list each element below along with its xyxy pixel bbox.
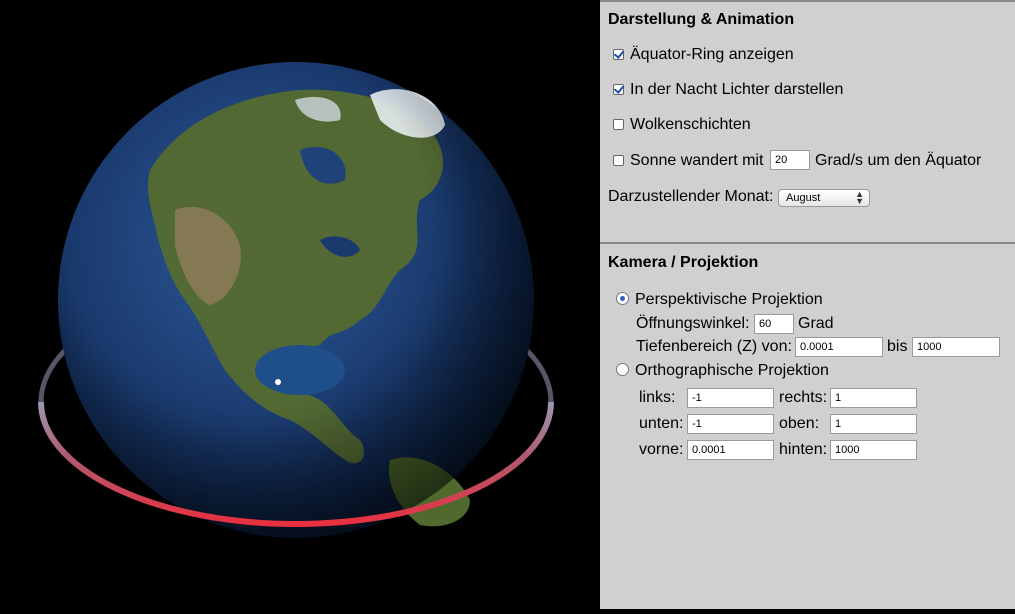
depth-from-input[interactable] (795, 337, 883, 357)
depth-label: Tiefenbereich (Z) von: (636, 338, 792, 355)
near-label: vorne: (639, 441, 684, 458)
equator-ring-option[interactable]: Äquator-Ring anzeigen (613, 46, 794, 64)
fov-unit: Grad (798, 315, 834, 332)
globe-canvas[interactable] (0, 0, 600, 609)
left-label: links: (639, 389, 676, 406)
depth-to-label: bis (887, 338, 908, 355)
perspective-option[interactable]: Perspektivische Projektion (616, 291, 823, 309)
left-input[interactable] (687, 388, 774, 408)
top-input[interactable] (830, 414, 917, 434)
globe-render (38, 62, 554, 538)
top-label: oben: (779, 415, 820, 432)
sun-label-after: Grad/s um den Äquator (815, 152, 982, 169)
far-label: hinten: (779, 441, 828, 458)
bottom-input[interactable] (687, 414, 774, 434)
section-title-display: Darstellung & Animation (608, 11, 795, 28)
near-input[interactable] (687, 440, 774, 460)
perspective-label: Perspektivische Projektion (635, 291, 823, 308)
bottom-label: unten: (639, 415, 684, 432)
sun-speed-input[interactable] (770, 150, 810, 170)
fov-input[interactable] (754, 314, 794, 334)
section-title-camera: Kamera / Projektion (608, 254, 759, 271)
sun-option[interactable]: Sonne wandert mit (613, 152, 763, 170)
fov-label: Öffnungswinkel: (636, 315, 750, 332)
ortho-option[interactable]: Orthographische Projektion (616, 362, 829, 380)
night-lights-option[interactable]: In der Nacht Lichter darstellen (613, 81, 843, 99)
equator-ring-label: Äquator-Ring anzeigen (630, 46, 794, 63)
depth-to-input[interactable] (912, 337, 1000, 357)
month-selected: August (786, 192, 821, 204)
clouds-checkbox[interactable] (613, 119, 624, 130)
night-lights-checkbox[interactable] (613, 84, 624, 95)
night-lights-label: In der Nacht Lichter darstellen (630, 81, 844, 98)
select-arrows-icon: ▲ ▼ (855, 189, 864, 206)
right-label: rechts: (779, 389, 828, 406)
month-select[interactable]: August ▲ ▼ (778, 189, 870, 207)
equator-ring-checkbox[interactable] (613, 49, 624, 60)
perspective-radio[interactable] (616, 292, 629, 305)
sun-checkbox[interactable] (613, 155, 624, 166)
sun-label-before: Sonne wandert mit (630, 152, 764, 169)
month-label: Darzustellender Monat: (608, 188, 774, 205)
display-section: Darstellung & Animation Äquator-Ring anz… (600, 0, 1015, 242)
control-panel: Darstellung & Animation Äquator-Ring anz… (600, 0, 1015, 609)
clouds-option[interactable]: Wolkenschichten (613, 116, 751, 134)
ortho-radio[interactable] (616, 363, 629, 376)
right-input[interactable] (830, 388, 917, 408)
clouds-label: Wolkenschichten (630, 116, 751, 133)
ortho-label: Orthographische Projektion (635, 362, 829, 379)
camera-section: Kamera / Projektion Perspektivische Proj… (600, 242, 1015, 611)
far-input[interactable] (830, 440, 917, 460)
